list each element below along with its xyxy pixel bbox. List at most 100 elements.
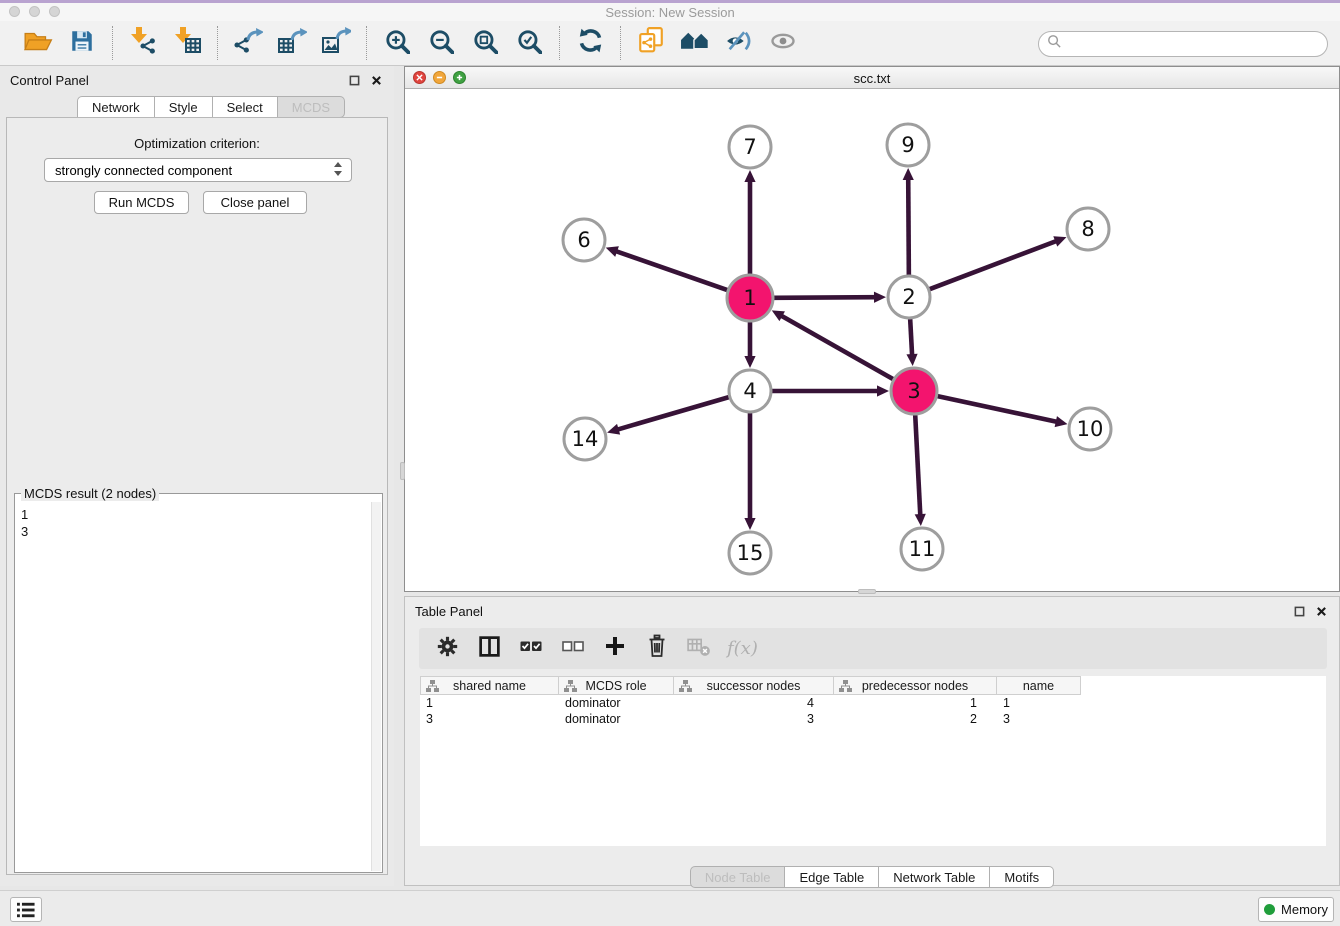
node-table: shared nameMCDS rolesuccessor nodes prede… xyxy=(420,676,1326,846)
optimization-criterion-label: Optimization criterion: xyxy=(6,136,388,151)
hide-selected-button[interactable] xyxy=(721,25,757,61)
network-view-window: scc.txt 7968124314101511 xyxy=(404,66,1340,592)
zoom-selected-icon xyxy=(516,28,542,59)
search-input[interactable] xyxy=(1038,31,1328,57)
zoom-in-button[interactable] xyxy=(379,25,415,61)
refresh-button[interactable] xyxy=(572,25,608,61)
close-panel-button[interactable]: Close panel xyxy=(203,191,307,214)
show-hidden-button[interactable] xyxy=(765,25,801,61)
node-table-body: 1dominator4113dominator323 xyxy=(420,695,1326,727)
column-header-name[interactable]: name xyxy=(997,676,1081,695)
arrowhead-1-6 xyxy=(606,246,619,257)
splitter-handle-horizontal[interactable] xyxy=(858,589,876,594)
duplicate-network-button[interactable] xyxy=(633,25,669,61)
memory-button[interactable]: Memory xyxy=(1258,897,1334,922)
edge-2-8[interactable] xyxy=(930,241,1058,289)
table-cell: 4 xyxy=(674,695,834,711)
tab-style[interactable]: Style xyxy=(155,96,213,118)
open-session-button[interactable] xyxy=(20,25,56,61)
mcds-result-line: 1 xyxy=(21,506,371,523)
import-network-button[interactable] xyxy=(125,25,161,61)
table-row[interactable]: 3dominator323 xyxy=(420,711,1326,727)
table-row[interactable]: 1dominator411 xyxy=(420,695,1326,711)
float-panel-icon[interactable] xyxy=(346,73,362,87)
tab-mcds[interactable]: MCDS xyxy=(278,96,345,118)
columns-button[interactable] xyxy=(475,635,503,663)
delete-column-icon xyxy=(645,634,669,664)
import-table-button[interactable] xyxy=(169,25,205,61)
delete-column-button[interactable] xyxy=(643,635,671,663)
refresh-icon xyxy=(577,27,604,59)
edge-3-10[interactable] xyxy=(937,396,1057,422)
edge-3-1[interactable] xyxy=(780,315,893,379)
graph-node-label: 2 xyxy=(902,285,915,309)
tab-network[interactable]: Network xyxy=(77,96,155,118)
tab-select[interactable]: Select xyxy=(213,96,278,118)
save-session-button[interactable] xyxy=(64,25,100,61)
zoom-selected-button[interactable] xyxy=(511,25,547,61)
export-table-icon xyxy=(277,27,307,59)
column-header-shared-name[interactable]: shared name xyxy=(420,676,559,695)
graph-node-label: 1 xyxy=(743,286,756,310)
tab-network-table[interactable]: Network Table xyxy=(879,866,990,888)
edge-1-6[interactable] xyxy=(615,251,727,290)
criterion-select[interactable]: strongly connected component xyxy=(44,158,352,182)
graph-node-label: 6 xyxy=(577,228,590,252)
column-header-MCDS-role[interactable]: MCDS role xyxy=(559,676,674,695)
column-header-predecessor-nodes[interactable]: predecessor nodes xyxy=(834,676,997,695)
show-all-networks-button[interactable] xyxy=(677,25,713,61)
graph-node-label: 9 xyxy=(901,133,914,157)
criterion-selected-value: strongly connected component xyxy=(55,163,333,178)
edge-2-9[interactable] xyxy=(908,178,909,275)
close-panel-icon[interactable] xyxy=(368,73,384,87)
column-header-successor-nodes[interactable]: successor nodes xyxy=(674,676,834,695)
memory-label: Memory xyxy=(1281,902,1328,917)
edge-3-11[interactable] xyxy=(915,415,920,516)
close-table-panel-icon[interactable] xyxy=(1313,604,1329,618)
zoom-fit-button[interactable] xyxy=(467,25,503,61)
export-table-button[interactable] xyxy=(274,25,310,61)
table-panel: Table Panel f(x) shared nameMCDS rolesuc… xyxy=(404,596,1340,886)
import-network-icon xyxy=(128,27,158,59)
edge-2-3[interactable] xyxy=(910,319,912,356)
arrowhead-2-3 xyxy=(906,354,917,366)
search-icon xyxy=(1047,34,1062,54)
tab-edge-table[interactable]: Edge Table xyxy=(785,866,879,888)
graph-node-label: 7 xyxy=(743,135,756,159)
arrowhead-3-10 xyxy=(1055,416,1068,427)
save-session-icon xyxy=(69,28,95,59)
edge-4-14[interactable] xyxy=(617,397,729,430)
control-panel-tabs: NetworkStyleSelectMCDS xyxy=(77,96,345,118)
delete-table-button xyxy=(685,635,713,663)
export-network-icon xyxy=(233,27,263,59)
add-column-button[interactable] xyxy=(601,635,629,663)
arrowhead-4-15 xyxy=(744,518,755,530)
edge-1-2[interactable] xyxy=(774,297,876,298)
deselect-all-button[interactable] xyxy=(559,635,587,663)
result-scrollbar[interactable] xyxy=(371,502,381,871)
export-network-button[interactable] xyxy=(230,25,266,61)
tab-motifs[interactable]: Motifs xyxy=(990,866,1054,888)
table-cell: 3 xyxy=(420,711,559,727)
arrowhead-2-9 xyxy=(903,168,914,180)
column-header-label: name xyxy=(1023,679,1054,693)
tab-node-table[interactable]: Node Table xyxy=(690,866,786,888)
zoom-out-button[interactable] xyxy=(423,25,459,61)
open-session-icon xyxy=(23,28,53,59)
add-column-icon xyxy=(603,634,627,663)
network-canvas[interactable]: 7968124314101511 xyxy=(405,89,1339,592)
float-table-panel-icon[interactable] xyxy=(1291,604,1307,618)
column-header-label: predecessor nodes xyxy=(862,679,968,693)
select-all-button[interactable] xyxy=(517,635,545,663)
zoom-out-icon xyxy=(428,28,454,59)
run-mcds-button[interactable]: Run MCDS xyxy=(94,191,189,214)
mcds-result-text[interactable]: 13 xyxy=(16,502,371,871)
task-history-button[interactable] xyxy=(10,897,42,922)
deselect-all-icon xyxy=(561,634,585,663)
splitter-handle-vertical[interactable] xyxy=(400,462,405,480)
export-image-button[interactable] xyxy=(318,25,354,61)
graph-node-label: 14 xyxy=(572,427,599,451)
arrowhead-1-2 xyxy=(874,292,886,303)
gear-button[interactable] xyxy=(433,635,461,663)
table-cell: 1 xyxy=(420,695,559,711)
